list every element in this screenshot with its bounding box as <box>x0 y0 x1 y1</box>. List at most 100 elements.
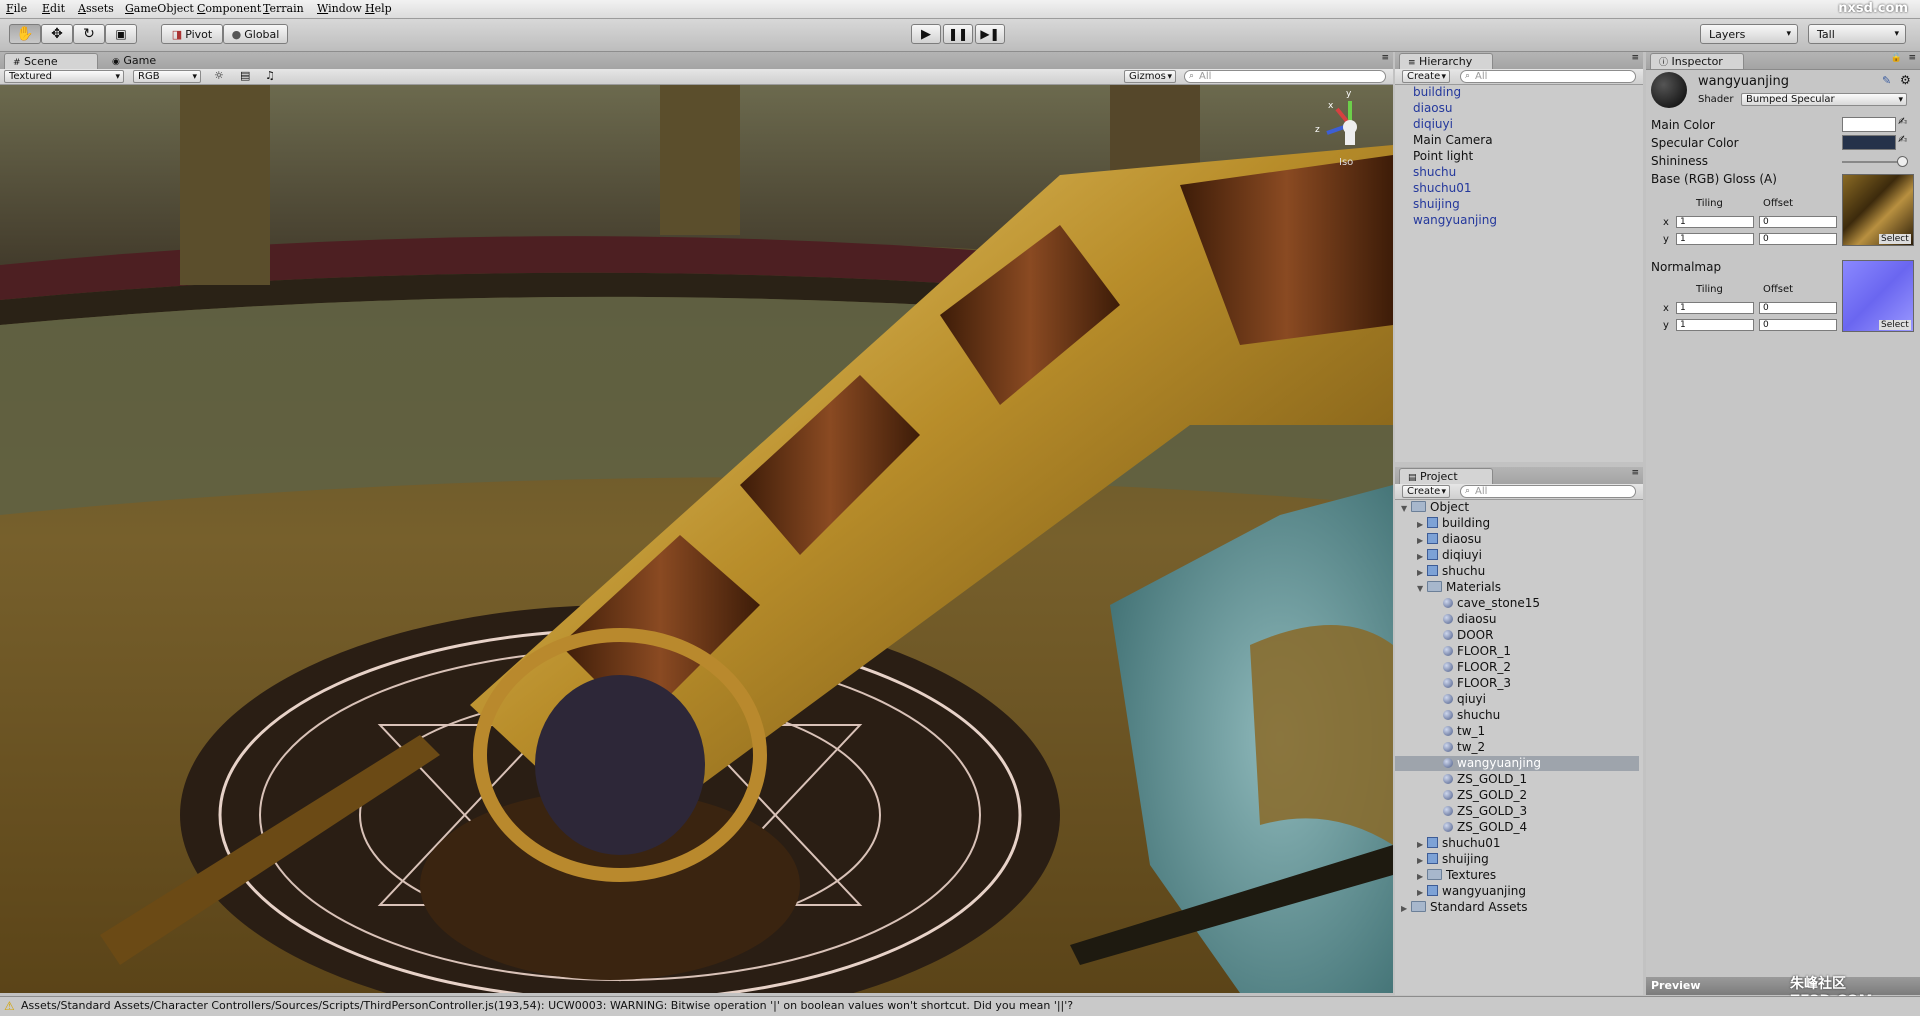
project-item[interactable]: tw_2 <box>1395 740 1639 755</box>
project-item[interactable]: ▶ shuijing <box>1395 852 1639 867</box>
base-offset-x-field[interactable]: 0 <box>1759 216 1837 228</box>
collapsed-arrow-icon[interactable]: ▶ <box>1417 853 1427 868</box>
menu-assets[interactable]: Assets <box>78 2 114 15</box>
project-item[interactable]: diaosu <box>1395 612 1639 627</box>
shader-dropdown[interactable]: Bumped Specular <box>1741 93 1907 106</box>
panel-menu-icon[interactable]: ≡ <box>1631 53 1639 63</box>
color-mode-dropdown[interactable]: RGB <box>133 70 201 83</box>
scene-search-input[interactable]: All <box>1184 70 1386 83</box>
collapsed-arrow-icon[interactable]: ▶ <box>1417 837 1427 852</box>
scene-image-icon[interactable]: ▤ <box>240 69 250 82</box>
menu-gameobject[interactable]: GameObject <box>125 2 194 15</box>
panel-menu-icon[interactable]: ≡ <box>1381 53 1389 63</box>
expanded-arrow-icon[interactable]: ▼ <box>1401 501 1411 516</box>
base-tiling-x-field[interactable]: 1 <box>1676 216 1754 228</box>
collapsed-arrow-icon[interactable]: ▶ <box>1417 565 1427 580</box>
hand-tool-button[interactable]: ✋ <box>9 24 41 44</box>
normal-tiling-x-field[interactable]: 1 <box>1676 302 1754 314</box>
menu-help[interactable]: Help <box>365 2 392 15</box>
menu-window[interactable]: Window <box>317 2 362 15</box>
project-item[interactable]: ▶ diaosu <box>1395 532 1639 547</box>
tab-inspector[interactable]: ⓘ Inspector <box>1650 53 1744 69</box>
menu-terrain[interactable]: Terrain <box>263 2 304 15</box>
scene-lighting-icon[interactable]: ☼ <box>214 69 224 82</box>
hierarchy-item[interactable]: shuchu <box>1413 165 1456 180</box>
project-item[interactable]: ZS_GOLD_1 <box>1395 772 1639 787</box>
collapsed-arrow-icon[interactable]: ▶ <box>1417 885 1427 900</box>
hierarchy-item[interactable]: diaosu <box>1413 101 1453 116</box>
project-item[interactable]: ▶ Standard Assets <box>1395 900 1639 915</box>
project-item[interactable]: qiuyi <box>1395 692 1639 707</box>
project-search-input[interactable]: All <box>1460 485 1636 498</box>
expanded-arrow-icon[interactable]: ▼ <box>1417 581 1427 596</box>
gizmos-dropdown[interactable]: Gizmos <box>1124 70 1176 83</box>
project-item[interactable]: ▶ diqiuyi <box>1395 548 1639 563</box>
hierarchy-item[interactable]: wangyuanjing <box>1413 213 1497 228</box>
collapsed-arrow-icon[interactable]: ▶ <box>1417 533 1427 548</box>
global-toggle-button[interactable]: ● Global <box>223 24 288 44</box>
collapsed-arrow-icon[interactable]: ▶ <box>1417 517 1427 532</box>
hierarchy-item[interactable]: Point light <box>1413 149 1473 164</box>
collapsed-arrow-icon[interactable]: ▶ <box>1401 901 1411 916</box>
move-tool-button[interactable]: ✥ <box>41 24 73 44</box>
project-item[interactable]: tw_1 <box>1395 724 1639 739</box>
project-item[interactable]: FLOOR_2 <box>1395 660 1639 675</box>
normal-offset-y-field[interactable]: 0 <box>1759 319 1837 331</box>
lock-icon[interactable]: 🔒 <box>1891 53 1902 63</box>
project-item[interactable]: ▶ Textures <box>1395 868 1639 883</box>
shininess-slider-thumb[interactable] <box>1896 156 1908 167</box>
scale-tool-button[interactable]: ▣ <box>105 24 137 44</box>
layout-dropdown[interactable]: Tall ▾ <box>1808 24 1906 44</box>
status-bar[interactable]: ⚠ Assets/Standard Assets/Character Contr… <box>0 996 1920 1016</box>
scene-viewport[interactable]: y x z Iso <box>0 85 1393 993</box>
hierarchy-item[interactable]: Main Camera <box>1413 133 1493 148</box>
project-item[interactable]: shuchu <box>1395 708 1639 723</box>
hierarchy-item[interactable]: shuijing <box>1413 197 1460 212</box>
project-item[interactable]: ZS_GOLD_2 <box>1395 788 1639 803</box>
project-item[interactable]: DOOR <box>1395 628 1639 643</box>
normal-offset-x-field[interactable]: 0 <box>1759 302 1837 314</box>
render-mode-dropdown[interactable]: Textured <box>4 70 124 83</box>
base-select-button[interactable]: Select <box>1879 234 1911 244</box>
orientation-gizmo[interactable]: y x z Iso <box>1315 89 1385 175</box>
hierarchy-item[interactable]: shuchu01 <box>1413 181 1472 196</box>
tab-scene[interactable]: # Scene <box>4 53 98 69</box>
project-item[interactable]: ▶ wangyuanjing <box>1395 884 1639 899</box>
hierarchy-item[interactable]: building <box>1413 85 1461 100</box>
panel-menu-icon[interactable]: ≡ <box>1908 53 1916 63</box>
menu-edit[interactable]: Edit <box>42 2 65 15</box>
play-button[interactable]: ▶ <box>911 24 941 44</box>
menu-component[interactable]: Component <box>197 2 261 15</box>
menu-file[interactable]: File <box>6 2 27 15</box>
normal-tiling-y-field[interactable]: 1 <box>1676 319 1754 331</box>
project-item[interactable]: cave_stone15 <box>1395 596 1639 611</box>
tab-game[interactable]: ◉ Game <box>104 53 184 69</box>
project-item[interactable]: ▶ shuchu <box>1395 564 1639 579</box>
tab-hierarchy[interactable]: ≡ Hierarchy <box>1399 53 1493 69</box>
gear-icon[interactable]: ⚙ <box>1900 73 1911 87</box>
project-item[interactable]: ▼ Object <box>1395 500 1639 515</box>
project-item[interactable]: ▶ shuchu01 <box>1395 836 1639 851</box>
shininess-slider-track[interactable] <box>1842 161 1904 163</box>
collapsed-arrow-icon[interactable]: ▶ <box>1417 869 1427 884</box>
project-item[interactable]: ZS_GOLD_3 <box>1395 804 1639 819</box>
pivot-toggle-button[interactable]: ◨ Pivot <box>161 24 223 44</box>
project-item[interactable]: ▶ building <box>1395 516 1639 531</box>
hierarchy-create-dropdown[interactable]: Create <box>1402 70 1450 83</box>
projection-label[interactable]: Iso <box>1339 157 1353 168</box>
project-create-dropdown[interactable]: Create <box>1402 485 1450 498</box>
project-item[interactable]: wangyuanjing <box>1395 756 1639 771</box>
hierarchy-item[interactable]: diqiuyi <box>1413 117 1453 132</box>
pause-button[interactable]: ❚❚ <box>943 24 973 44</box>
project-item[interactable]: ZS_GOLD_4 <box>1395 820 1639 835</box>
hierarchy-search-input[interactable]: All <box>1460 70 1636 83</box>
base-offset-y-field[interactable]: 0 <box>1759 233 1837 245</box>
eyedropper-icon[interactable]: ✍ <box>1898 133 1907 146</box>
tab-project[interactable]: ▤ Project <box>1399 468 1493 484</box>
edit-icon[interactable]: ✎ <box>1882 74 1891 87</box>
panel-menu-icon[interactable]: ≡ <box>1631 468 1639 478</box>
eyedropper-icon[interactable]: ✍ <box>1898 115 1907 128</box>
main-color-swatch[interactable] <box>1842 117 1896 132</box>
layers-dropdown[interactable]: Layers ▾ <box>1700 24 1798 44</box>
normal-select-button[interactable]: Select <box>1879 320 1911 330</box>
